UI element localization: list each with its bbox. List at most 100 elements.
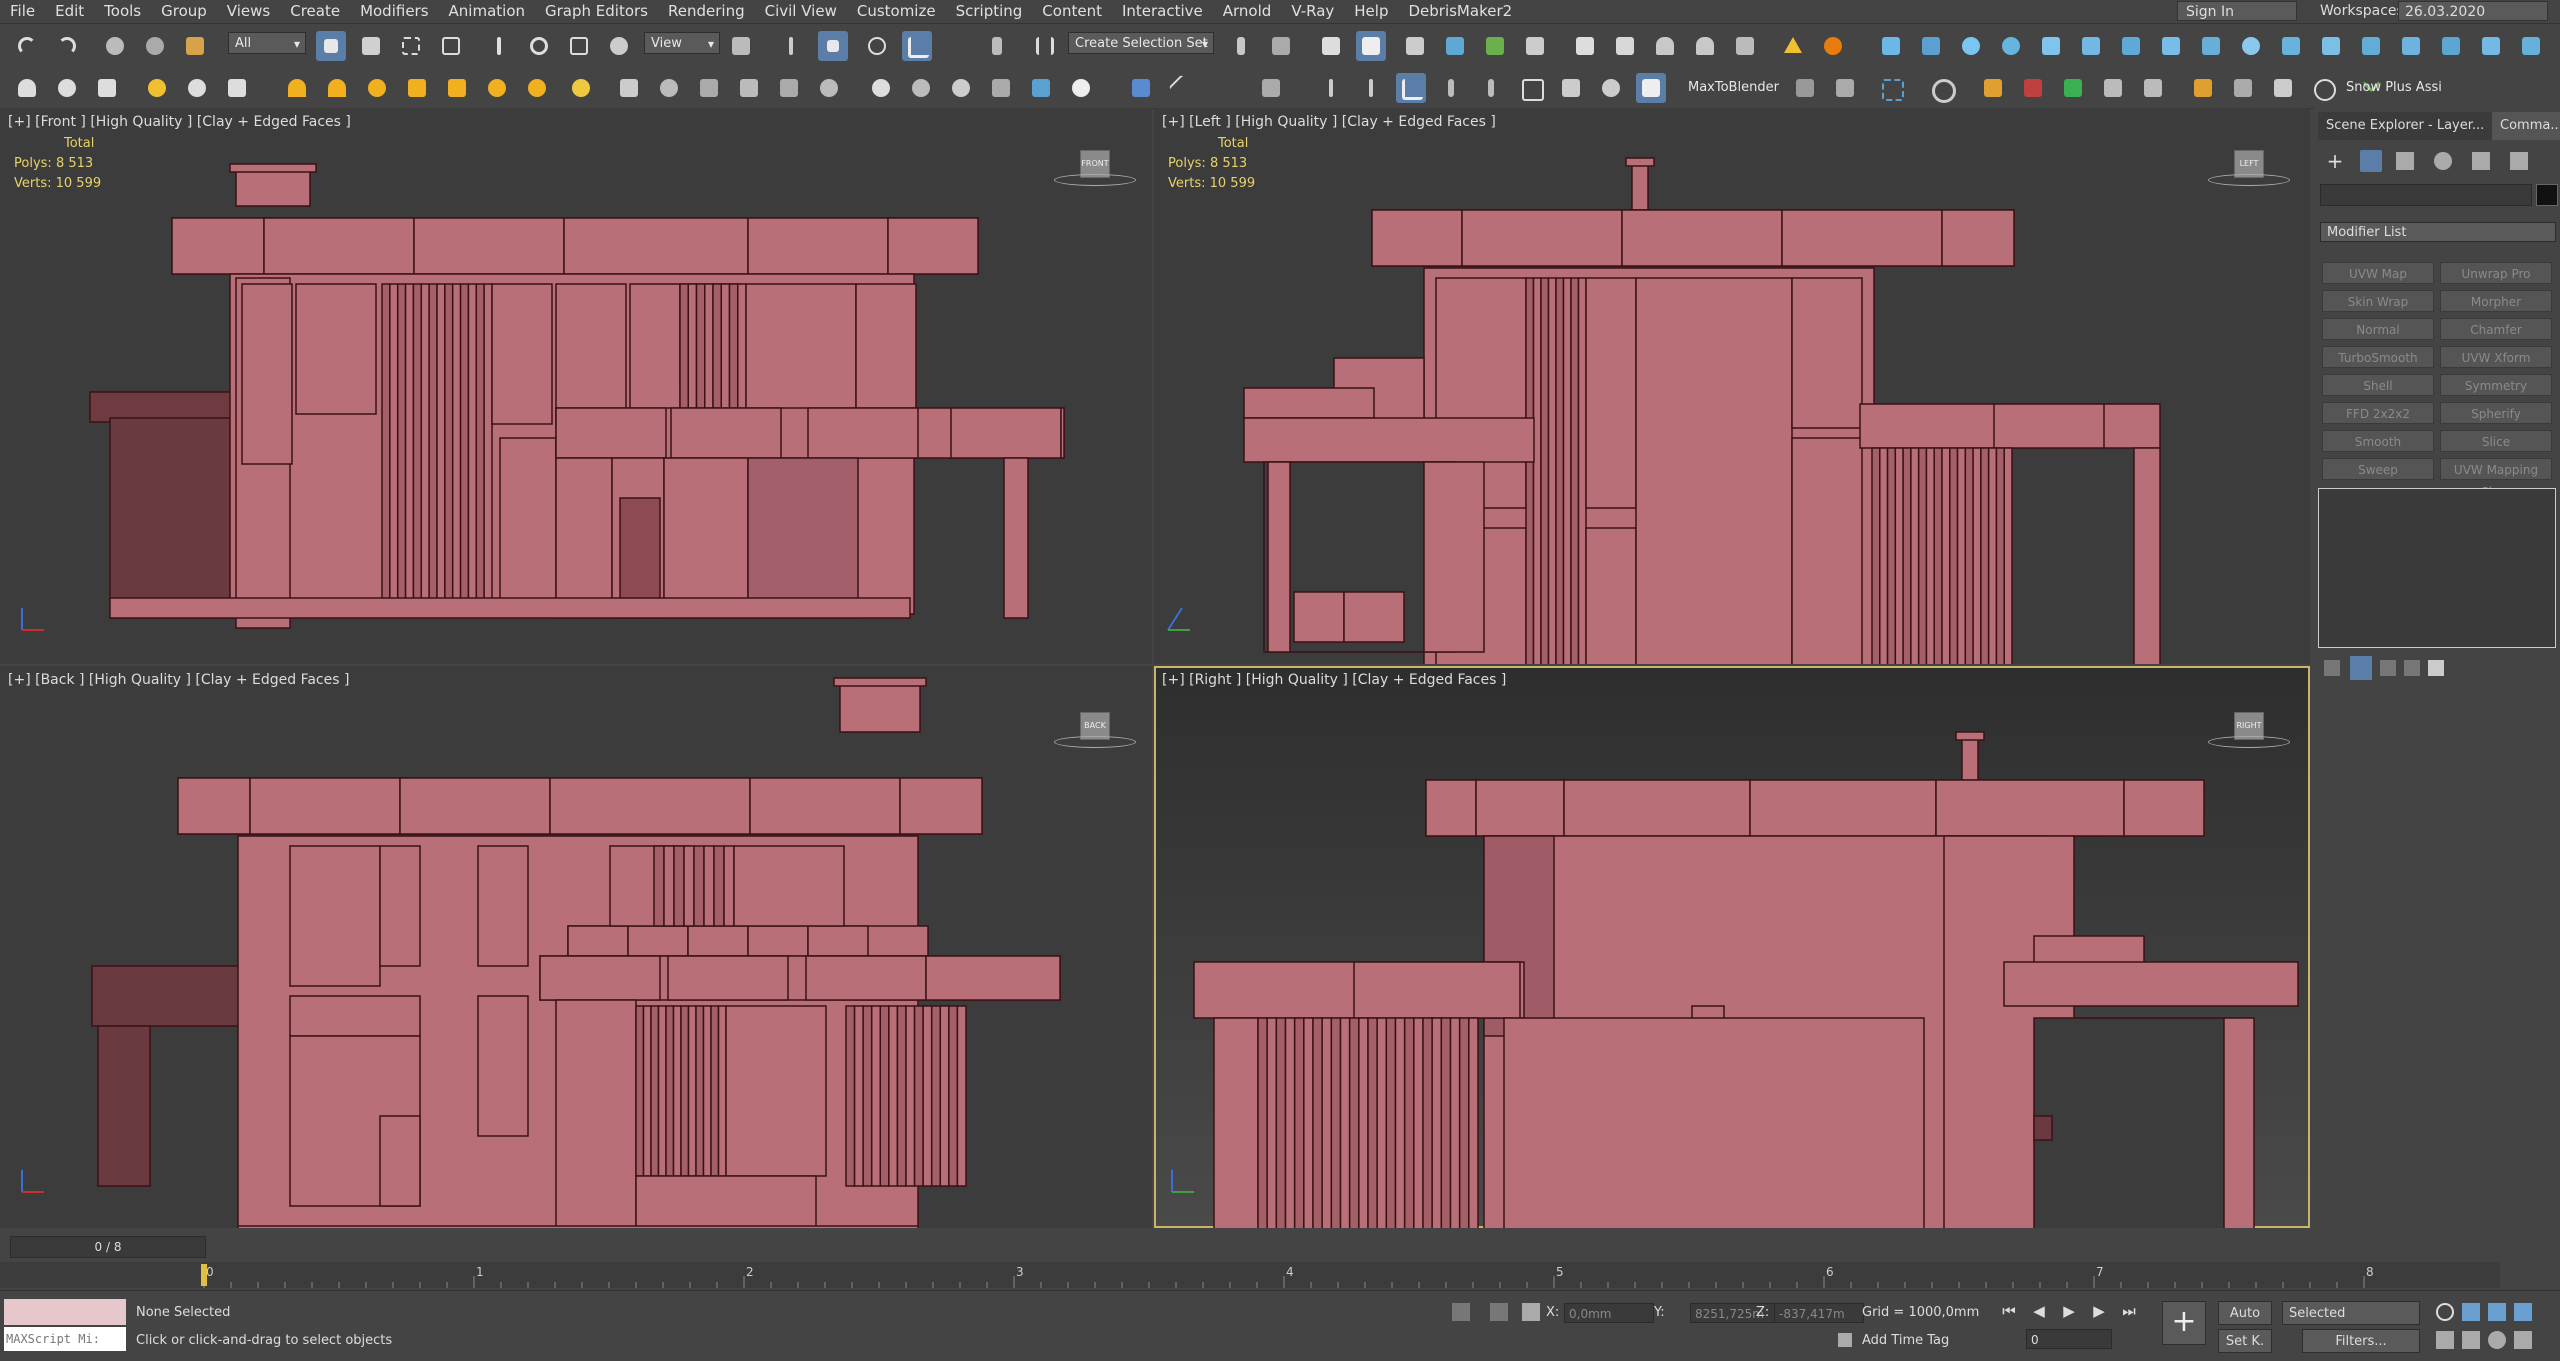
material-library-icon[interactable] bbox=[986, 73, 1016, 103]
lighting-tool-icon[interactable] bbox=[2188, 73, 2218, 103]
current-frame-field[interactable]: 0 bbox=[2026, 1329, 2112, 1349]
modifier-button[interactable]: Smooth bbox=[2322, 430, 2434, 452]
vray-light-sphere-icon[interactable] bbox=[182, 73, 212, 103]
render-production-icon[interactable] bbox=[1650, 31, 1680, 61]
selection-filter-dropdown[interactable]: All bbox=[228, 32, 306, 55]
tree-icon[interactable] bbox=[2058, 73, 2088, 103]
zoom-extents-icon[interactable] bbox=[2488, 1303, 2506, 1321]
track-bar[interactable]: 0 1 2 3 4 5 6 7 8 bbox=[0, 1262, 2500, 1288]
ambient-light-icon[interactable] bbox=[482, 73, 512, 103]
bind-space-warp-icon[interactable] bbox=[180, 31, 210, 61]
schematic-view-icon[interactable] bbox=[1480, 31, 1510, 61]
modifier-button[interactable]: Normal bbox=[2322, 318, 2434, 340]
modifier-button[interactable]: Chamfer bbox=[2440, 318, 2552, 340]
vray-fur-icon[interactable] bbox=[2156, 31, 2186, 61]
vray-clipper-icon[interactable] bbox=[734, 73, 764, 103]
orbit-icon[interactable] bbox=[2488, 1331, 2506, 1349]
array-icon[interactable] bbox=[1830, 73, 1860, 103]
menu-vray[interactable]: V-Ray bbox=[1281, 0, 1344, 23]
field-of-view-icon[interactable] bbox=[2436, 1331, 2454, 1349]
menu-modifiers[interactable]: Modifiers bbox=[350, 0, 438, 23]
modify-tab-icon[interactable] bbox=[2360, 150, 2382, 172]
menu-debrismaker[interactable]: DebrisMaker2 bbox=[1398, 0, 1522, 23]
vray-logo-icon[interactable] bbox=[1066, 73, 1096, 103]
selection-lock-icon[interactable] bbox=[1490, 1303, 1508, 1321]
vray-fur-grass-icon[interactable] bbox=[774, 73, 804, 103]
previous-frame-icon[interactable]: ◀ bbox=[2026, 1299, 2052, 1323]
key-filters-button[interactable]: Filters... bbox=[2302, 1329, 2420, 1353]
configure-modifier-sets-icon[interactable] bbox=[2428, 660, 2444, 676]
next-frame-icon[interactable]: ▶ bbox=[2086, 1299, 2112, 1323]
link-icon[interactable] bbox=[100, 31, 130, 61]
tab-scene-explorer[interactable]: Scene Explorer - Layer... bbox=[2318, 112, 2493, 140]
rect-selection-icon[interactable] bbox=[396, 31, 426, 61]
zoom-all-icon[interactable] bbox=[2462, 1303, 2480, 1321]
pin-stack-icon[interactable] bbox=[2324, 660, 2340, 676]
modifier-button[interactable]: Symmetry bbox=[2440, 374, 2552, 396]
tab-command-panel[interactable]: Comma... bbox=[2492, 112, 2560, 140]
viewport-left[interactable]: [+] [Left ] [High Quality ] [Clay + Edge… bbox=[1154, 108, 2310, 664]
maximize-viewport-icon[interactable] bbox=[2514, 1331, 2532, 1349]
sphere-icon[interactable] bbox=[52, 73, 82, 103]
x-coordinate-field[interactable]: 0,0mm bbox=[1564, 1303, 1654, 1323]
maxscript-listener-output[interactable] bbox=[4, 1299, 126, 1325]
menu-file[interactable]: File bbox=[0, 0, 45, 23]
modifier-button[interactable]: UVW Xform bbox=[2440, 346, 2552, 368]
vray-plane-icon[interactable] bbox=[2196, 31, 2226, 61]
vray-volume-icon[interactable] bbox=[814, 73, 844, 103]
utilities-tab-icon[interactable] bbox=[2510, 152, 2528, 170]
toggle-scene-explorer-icon[interactable] bbox=[1316, 31, 1346, 61]
undo-icon[interactable] bbox=[12, 31, 42, 61]
play-icon[interactable]: ▶ bbox=[2056, 1299, 2082, 1323]
menu-content[interactable]: Content bbox=[1032, 0, 1112, 23]
freeze-icon[interactable] bbox=[1596, 73, 1626, 103]
vray-vision-icon[interactable] bbox=[2516, 31, 2546, 61]
scale-icon[interactable] bbox=[564, 31, 594, 61]
workspaces-dropdown[interactable]: 26.03.2020 bbox=[2398, 1, 2548, 21]
menu-tools[interactable]: Tools bbox=[94, 0, 151, 23]
paint-tool-icon[interactable] bbox=[1556, 73, 1586, 103]
pivot-center-icon[interactable] bbox=[726, 31, 756, 61]
z-coordinate-field[interactable]: -837,417m bbox=[1774, 1303, 1864, 1323]
house-model-left[interactable] bbox=[1154, 108, 2310, 664]
modifier-button[interactable]: Unwrap Pro bbox=[2440, 262, 2552, 284]
modifier-button[interactable]: UVW Mapping Clear bbox=[2440, 458, 2552, 499]
select-manipulate-icon[interactable] bbox=[776, 31, 806, 61]
auto-key-button[interactable]: Auto bbox=[2218, 1301, 2272, 1325]
modifier-button[interactable]: Morpher bbox=[2440, 290, 2552, 312]
mesh-light-icon[interactable] bbox=[402, 73, 432, 103]
distance-tool-icon[interactable] bbox=[1476, 73, 1506, 103]
vray-sun-icon[interactable] bbox=[1996, 31, 2026, 61]
vray-proxy-icon[interactable] bbox=[2116, 31, 2146, 61]
render-rc-icon[interactable] bbox=[1126, 73, 1156, 103]
zoom-icon[interactable] bbox=[2436, 1303, 2454, 1321]
set-key-icon[interactable]: + bbox=[2162, 1301, 2206, 1345]
help-icon[interactable] bbox=[2308, 73, 2338, 103]
toggle-layer-explorer-icon[interactable] bbox=[1356, 31, 1386, 61]
render-iterative-icon[interactable] bbox=[1690, 31, 1720, 61]
menu-group[interactable]: Group bbox=[151, 0, 217, 23]
rendered-frame-window-icon[interactable] bbox=[1610, 31, 1640, 61]
camera-icon[interactable] bbox=[222, 73, 252, 103]
percent-snap-icon[interactable] bbox=[942, 31, 972, 61]
menu-civil-view[interactable]: Civil View bbox=[755, 0, 847, 23]
isolate-selection-icon[interactable] bbox=[1452, 1303, 1470, 1321]
modifier-button[interactable]: Slice bbox=[2440, 430, 2552, 452]
menu-interactive[interactable]: Interactive bbox=[1112, 0, 1213, 23]
modifier-stack[interactable] bbox=[2318, 488, 2556, 648]
display-tab-icon[interactable] bbox=[2472, 152, 2490, 170]
material-editor-icon[interactable] bbox=[1520, 31, 1550, 61]
redo-icon[interactable] bbox=[52, 31, 82, 61]
sphere-light-icon[interactable] bbox=[362, 73, 392, 103]
modifier-button[interactable]: Sweep bbox=[2322, 458, 2434, 480]
blender-icon[interactable] bbox=[1818, 31, 1848, 61]
vray-mesh-export-icon[interactable] bbox=[2276, 31, 2306, 61]
modifier-button[interactable]: Skin Wrap bbox=[2322, 290, 2434, 312]
unlink-icon[interactable] bbox=[140, 31, 170, 61]
vray-proxy-cube-icon[interactable] bbox=[614, 73, 644, 103]
arnold-sky-icon[interactable] bbox=[566, 73, 596, 103]
dotted-frame-icon[interactable] bbox=[1876, 73, 1906, 103]
time-tag-icon[interactable] bbox=[1838, 1333, 1852, 1347]
material-slots-icon[interactable] bbox=[906, 73, 936, 103]
vray-ies-icon[interactable] bbox=[2076, 31, 2106, 61]
